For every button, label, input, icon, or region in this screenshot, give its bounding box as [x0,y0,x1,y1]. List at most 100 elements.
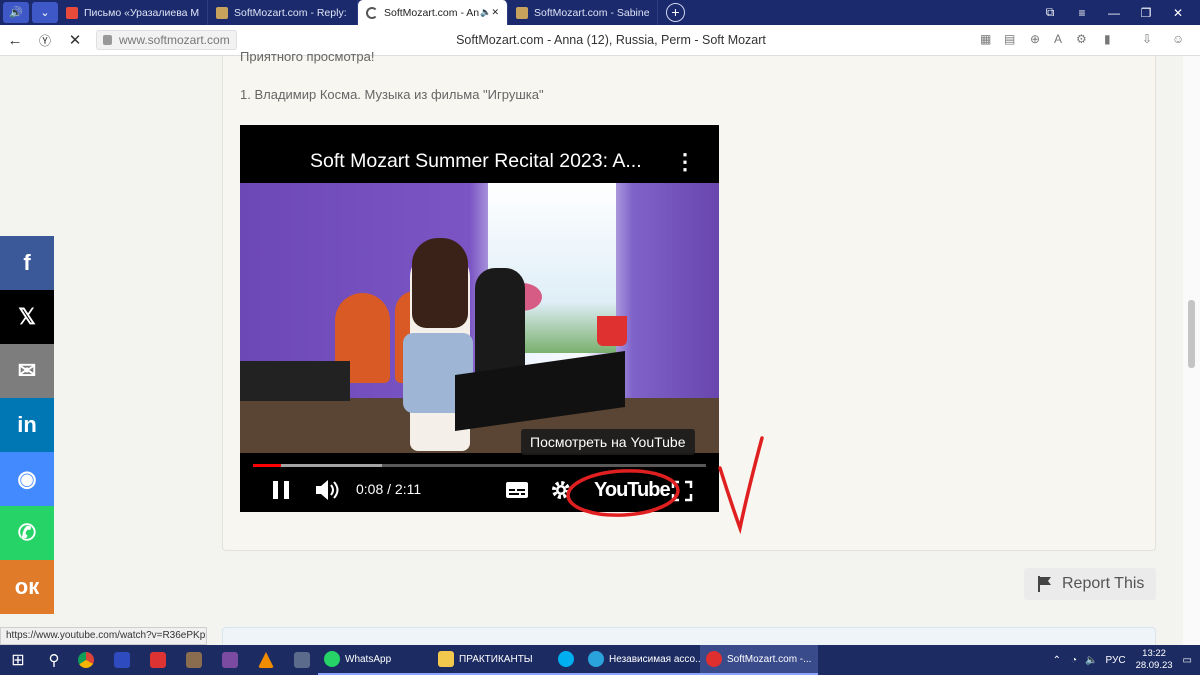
girl-hair [412,238,468,328]
softmozart-icon [216,6,228,19]
flag-icon [1038,576,1051,592]
more-options-icon[interactable]: ⋮ [674,149,696,175]
played-bar [253,464,281,467]
keyboard-piano [240,361,350,401]
share-facebook-button[interactable]: f [0,236,54,290]
scrollbar-thumb[interactable] [1188,300,1195,368]
x-icon: 𝕏 [18,304,36,329]
bookmark-icon[interactable]: ▮ [1104,32,1111,46]
email-icon: ✉ [17,358,37,383]
language-indicator[interactable]: РУС [1106,655,1126,666]
maximize-button[interactable]: ❐ [1130,0,1162,25]
whatsapp-icon [324,651,340,667]
yandex-icon[interactable]: Ⓨ [30,32,60,49]
share-email-button[interactable]: ✉ [0,344,54,398]
page-scrollbar[interactable] [1183,56,1200,645]
new-tab-button[interactable]: + [666,3,685,22]
playlist-item-1: 1. Владимир Косма. Музыка из фильма "Игр… [240,87,544,102]
vlc-icon[interactable] [252,645,288,675]
tab-3-active[interactable]: SoftMozart.com - An 🔈✕ [358,0,508,25]
fullscreen-icon[interactable] [671,480,693,502]
folder-icon [438,651,454,667]
youtube-logo-button[interactable]: YouTube [594,479,671,502]
minimize-button[interactable]: — [1098,0,1130,25]
calculator-icon[interactable] [288,645,318,675]
telegram-icon [588,651,604,667]
pause-icon[interactable] [271,480,291,500]
skype-icon [558,651,574,667]
volume-icon[interactable] [314,478,340,502]
taskbar-folder[interactable]: ПРАКТИКАНТЫ [432,645,552,675]
notifications-icon[interactable]: ▭ [1183,655,1192,666]
softmozart-icon [516,6,528,19]
menu-icon[interactable]: ≡ [1066,0,1098,25]
address-bar: ← Ⓨ ✕ www.softmozart.com SoftMozart.com … [0,25,1200,56]
youtube-video-player[interactable]: Soft Mozart Summer Recital 2023: A... ⋮ … [240,125,719,512]
recorder-icon[interactable] [144,645,180,675]
next-post-card [222,627,1156,647]
network-icon[interactable]: ◔ [1071,655,1077,666]
taskbar-whatsapp[interactable]: WhatsApp [318,645,432,675]
clock[interactable]: 13:22 28.09.23 [1136,648,1173,672]
intro-text: Приятного просмотра! [240,49,375,64]
save-app-icon[interactable] [108,645,144,675]
collections-icon[interactable]: ⧉ [1034,0,1066,25]
downloads-icon[interactable]: ⇩ [1142,32,1152,46]
yandex-browser-icon [706,651,722,667]
video-timecode: 0:08 / 2:11 [356,481,422,497]
share-messenger-button[interactable]: ◉ [0,452,54,506]
share-whatsapp-button[interactable]: ✆ [0,506,54,560]
profile-icon[interactable]: ☺ [1172,32,1184,46]
translate-icon[interactable]: A [1054,32,1062,46]
back-icon[interactable]: ← [0,32,30,49]
watch-on-youtube-tooltip: Посмотреть на YouTube [521,429,695,455]
reader-icon[interactable]: ▤ [1004,32,1015,46]
chevron-up-icon[interactable]: ⌃ [1053,655,1061,666]
system-tray: ⌃ ◔ 🔈 РУС 13:22 28.09.23 ▭ [1053,645,1192,675]
messenger-icon: ◉ [17,466,37,491]
report-label: Report This [1062,575,1145,592]
whatsapp-icon: ✆ [17,520,37,545]
share-odnoklassniki-button[interactable]: ок [0,560,54,614]
video-progress-bar[interactable] [253,464,706,467]
settings-gear-icon[interactable] [550,479,572,501]
windows-start-icon[interactable]: ⊞ [0,645,36,675]
audio-playing-icon[interactable]: 🔈✕ [480,7,499,18]
mail-icon [66,6,78,19]
lock-icon [103,35,112,45]
taskbar-skype[interactable] [552,645,582,675]
loading-icon [366,6,378,19]
tab-4[interactable]: SoftMozart.com - Sabine, [508,0,658,25]
share-x-button[interactable]: 𝕏 [0,290,54,344]
post-content-card: Приятного просмотра! 1. Владимир Косма. … [222,49,1156,551]
video-title[interactable]: Soft Mozart Summer Recital 2023: A... [310,150,642,173]
close-window-button[interactable]: ✕ [1162,0,1194,25]
red-bucket [597,316,627,346]
url-field[interactable]: www.softmozart.com [96,30,237,50]
tabs-menu-chevron-icon[interactable]: ⌄ [32,2,58,23]
browser-tab-bar: 🔊 ⌄ Письмо «Уразалиева Ма SoftMozart.com… [0,0,1200,25]
status-bar-url: https://www.youtube.com/watch?v=R36ePKpn… [0,627,207,645]
video-frame[interactable] [240,183,719,453]
search-icon[interactable]: ⚲ [36,645,72,675]
stop-loading-icon[interactable]: ✕ [60,31,90,49]
apps-icon[interactable]: ▦ [980,32,991,46]
subtitles-icon[interactable] [505,481,529,499]
facebook-icon: f [23,250,31,275]
tab-2[interactable]: SoftMozart.com - Reply: [208,0,358,25]
tool-app-icon[interactable] [180,645,216,675]
zoom-icon[interactable]: ⊕ [1030,32,1040,46]
windows-taskbar: ⊞ ⚲ WhatsApp ПРАКТИКАНТЫ Независимая асс… [0,645,1200,675]
sound-icon[interactable]: 🔊 [3,2,29,23]
report-this-button[interactable]: Report This [1024,568,1156,600]
volume-tray-icon[interactable]: 🔈 [1085,655,1097,666]
odnoklassniki-icon: ок [14,574,40,599]
chrome-icon[interactable] [72,645,108,675]
winrar-icon[interactable] [216,645,252,675]
share-linkedin-button[interactable]: in [0,398,54,452]
taskbar-yandex-browser[interactable]: SoftMozart.com -... [700,645,818,675]
tab-1[interactable]: Письмо «Уразалиева Ма [58,0,208,25]
extensions-icon[interactable]: ⚙ [1076,32,1087,46]
taskbar-telegram[interactable]: Независимая ассо... [582,645,703,675]
linkedin-icon: in [17,412,37,437]
